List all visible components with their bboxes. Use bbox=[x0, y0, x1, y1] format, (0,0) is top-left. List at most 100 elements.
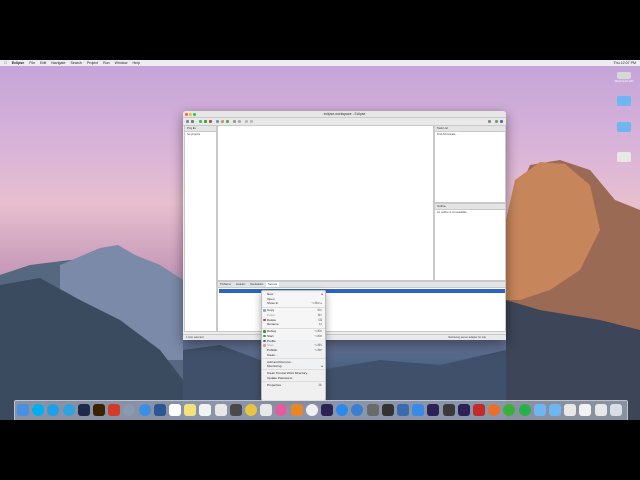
profile-icon bbox=[263, 339, 266, 343]
doc-icon[interactable] bbox=[579, 404, 592, 416]
vmware-icon[interactable] bbox=[442, 404, 455, 416]
notes-icon[interactable] bbox=[184, 404, 197, 416]
external-tools-icon[interactable] bbox=[209, 120, 212, 123]
task-list-find[interactable]: Find All Activate... bbox=[435, 132, 505, 137]
folder-icon bbox=[617, 122, 631, 132]
menu-window[interactable]: Window bbox=[115, 60, 128, 66]
menu-item-monitoring[interactable]: Monitoring ▸ bbox=[262, 364, 325, 369]
desktop-icon-folder-1[interactable] bbox=[614, 96, 634, 106]
menu-file[interactable]: File bbox=[29, 60, 35, 66]
desktop-icon-screenshot[interactable] bbox=[614, 152, 634, 162]
menu-item-update-password[interactable]: Update Password... bbox=[262, 376, 325, 381]
tab-problems[interactable]: Problems bbox=[218, 282, 233, 287]
menu-run[interactable]: Run bbox=[103, 60, 110, 66]
new-java-project-icon[interactable] bbox=[216, 120, 219, 123]
close-window-icon[interactable] bbox=[185, 112, 188, 116]
tab-servers[interactable]: Servers bbox=[266, 282, 280, 287]
run-icon[interactable] bbox=[204, 120, 207, 123]
reminders-icon[interactable] bbox=[199, 404, 212, 416]
tab-declaration[interactable]: Declaration bbox=[248, 282, 265, 287]
menu-item-label: Show In bbox=[267, 301, 279, 306]
firefox-icon[interactable] bbox=[488, 404, 501, 416]
menu-item-clean[interactable]: Clean... bbox=[262, 353, 325, 358]
status-bar: 1 item selected Retrieving server adapte… bbox=[183, 334, 506, 340]
menu-edit[interactable]: Edit bbox=[40, 60, 46, 66]
menu-item-label: Paste bbox=[267, 312, 275, 317]
network-icon[interactable] bbox=[351, 404, 364, 416]
forward-icon[interactable] bbox=[250, 120, 253, 123]
whatsapp-icon[interactable] bbox=[518, 404, 531, 416]
java-ee-perspective-icon[interactable] bbox=[495, 120, 498, 123]
chrome-icon[interactable] bbox=[245, 404, 257, 416]
menu-item-label: Open bbox=[267, 296, 275, 301]
appstore-icon[interactable] bbox=[336, 404, 349, 416]
photos-icon[interactable] bbox=[305, 404, 318, 416]
menu-bar:  Eclipse File Edit Navigate Search Proj… bbox=[0, 60, 640, 66]
skype-alt-icon[interactable] bbox=[47, 404, 60, 416]
pdf-icon[interactable] bbox=[108, 404, 121, 416]
menu-item-show-in[interactable]: Show In ⌥⌘W ▸ bbox=[262, 301, 325, 306]
eclipse3-icon[interactable] bbox=[457, 404, 470, 416]
new-class-icon[interactable] bbox=[226, 120, 229, 123]
skype-icon[interactable] bbox=[32, 404, 45, 416]
menu-item-label: Publish bbox=[267, 347, 278, 352]
phone-icon[interactable] bbox=[62, 404, 75, 416]
zoom-window-icon[interactable] bbox=[193, 112, 196, 116]
eclipse2-icon[interactable] bbox=[427, 404, 440, 416]
preview-icon[interactable] bbox=[214, 404, 227, 416]
quicktime-icon[interactable] bbox=[397, 404, 409, 416]
tab-javadoc[interactable]: Javadoc bbox=[234, 282, 248, 287]
menu-help[interactable]: Help bbox=[132, 60, 139, 66]
save-icon[interactable] bbox=[191, 120, 194, 123]
trash-icon[interactable] bbox=[609, 404, 622, 416]
debug-icon[interactable] bbox=[199, 120, 202, 123]
menu-item-label: Delete bbox=[267, 317, 276, 322]
downloads-icon[interactable] bbox=[594, 404, 607, 416]
menu-navigate[interactable]: Navigate bbox=[51, 60, 65, 66]
project-explorer-empty: No projects bbox=[187, 133, 201, 136]
copy-icon bbox=[263, 309, 266, 312]
status-right: Retrieving server adapter for site bbox=[448, 336, 486, 339]
messages-icon[interactable] bbox=[260, 404, 273, 416]
word-icon[interactable] bbox=[153, 404, 166, 416]
ai-icon[interactable] bbox=[93, 404, 105, 416]
folder-icon[interactable] bbox=[533, 404, 546, 416]
new-package-icon[interactable] bbox=[221, 120, 224, 123]
finder-icon[interactable] bbox=[17, 404, 29, 416]
java-perspective-icon[interactable] bbox=[500, 120, 503, 123]
back-icon[interactable] bbox=[245, 120, 248, 123]
app-menu[interactable]: Eclipse bbox=[12, 60, 25, 66]
xcode-icon[interactable] bbox=[412, 404, 425, 416]
open-type-icon[interactable] bbox=[233, 120, 236, 123]
menu-item-properties[interactable]: Properties ⌘I bbox=[262, 383, 325, 388]
search-icon[interactable] bbox=[238, 120, 241, 123]
menu-project[interactable]: Project bbox=[87, 60, 98, 66]
minimize-window-icon[interactable] bbox=[189, 112, 192, 116]
prefs-icon[interactable] bbox=[366, 404, 379, 416]
terminal-icon[interactable] bbox=[381, 404, 394, 416]
launchpad-icon[interactable] bbox=[123, 404, 136, 416]
folder2-icon[interactable] bbox=[549, 404, 561, 416]
start-icon bbox=[263, 334, 266, 338]
ibooks-icon[interactable] bbox=[290, 404, 303, 416]
desktop-icon-hd[interactable]: Macintosh HD bbox=[614, 72, 634, 83]
menubar-clock[interactable]: Thu 12:07 PM bbox=[613, 60, 636, 66]
editor-area[interactable] bbox=[217, 125, 434, 281]
itunes-icon[interactable] bbox=[275, 404, 288, 416]
calendar-icon[interactable] bbox=[169, 404, 181, 416]
menu-item-rename[interactable]: Rename F2 bbox=[262, 322, 325, 327]
ps-icon[interactable] bbox=[77, 404, 90, 416]
new-icon[interactable] bbox=[186, 120, 189, 123]
safari-icon[interactable] bbox=[138, 404, 151, 416]
wechat-icon[interactable] bbox=[503, 404, 516, 416]
screen-icon[interactable] bbox=[564, 404, 577, 416]
desktop-icon-folder-2[interactable] bbox=[614, 122, 634, 132]
eclipse-icon[interactable] bbox=[321, 404, 333, 416]
desktop-icon-label: Macintosh HD bbox=[614, 79, 634, 83]
menu-search[interactable]: Search bbox=[70, 60, 81, 66]
project-explorer-panel: Proj Ex No projects bbox=[184, 125, 217, 332]
sublime-icon[interactable] bbox=[229, 404, 242, 416]
filezilla-icon[interactable] bbox=[473, 404, 485, 416]
apple-menu-icon[interactable]:  bbox=[4, 60, 7, 66]
open-perspective-icon[interactable] bbox=[488, 120, 491, 123]
